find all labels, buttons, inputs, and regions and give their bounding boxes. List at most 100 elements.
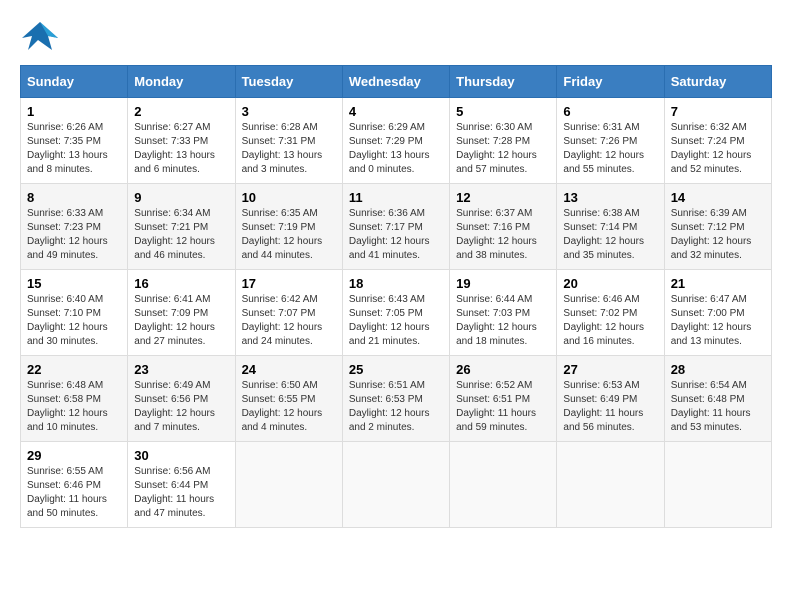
day-cell: 14 Sunrise: 6:39 AM Sunset: 7:12 PM Dayl…: [664, 184, 771, 270]
daylight-label: Daylight: 11 hours and 56 minutes.: [563, 408, 643, 433]
day-info: Sunrise: 6:37 AM Sunset: 7:16 PM Dayligh…: [456, 207, 550, 263]
sunrise-label: Sunrise: 6:36 AM: [349, 208, 425, 219]
sunset-label: Sunset: 7:23 PM: [27, 222, 101, 233]
sunset-label: Sunset: 7:03 PM: [456, 308, 530, 319]
day-info: Sunrise: 6:42 AM Sunset: 7:07 PM Dayligh…: [242, 293, 336, 349]
column-header-row: SundayMondayTuesdayWednesdayThursdayFrid…: [21, 66, 772, 98]
sunrise-label: Sunrise: 6:41 AM: [134, 294, 210, 305]
day-cell: 16 Sunrise: 6:41 AM Sunset: 7:09 PM Dayl…: [128, 270, 235, 356]
day-cell: 26 Sunrise: 6:52 AM Sunset: 6:51 PM Dayl…: [450, 356, 557, 442]
sunset-label: Sunset: 7:28 PM: [456, 136, 530, 147]
day-cell: [557, 442, 664, 528]
day-info: Sunrise: 6:27 AM Sunset: 7:33 PM Dayligh…: [134, 121, 228, 177]
day-number: 24: [242, 362, 336, 377]
sunset-label: Sunset: 6:56 PM: [134, 394, 208, 405]
logo-icon: [20, 20, 60, 55]
week-row-2: 8 Sunrise: 6:33 AM Sunset: 7:23 PM Dayli…: [21, 184, 772, 270]
day-cell: 21 Sunrise: 6:47 AM Sunset: 7:00 PM Dayl…: [664, 270, 771, 356]
day-number: 27: [563, 362, 657, 377]
day-cell: 3 Sunrise: 6:28 AM Sunset: 7:31 PM Dayli…: [235, 98, 342, 184]
sunset-label: Sunset: 7:16 PM: [456, 222, 530, 233]
daylight-label: Daylight: 11 hours and 47 minutes.: [134, 494, 214, 519]
day-number: 7: [671, 104, 765, 119]
sunset-label: Sunset: 7:05 PM: [349, 308, 423, 319]
daylight-label: Daylight: 12 hours and 41 minutes.: [349, 236, 430, 261]
daylight-label: Daylight: 12 hours and 52 minutes.: [671, 150, 752, 175]
sunset-label: Sunset: 7:35 PM: [27, 136, 101, 147]
week-row-1: 1 Sunrise: 6:26 AM Sunset: 7:35 PM Dayli…: [21, 98, 772, 184]
sunset-label: Sunset: 6:58 PM: [27, 394, 101, 405]
day-cell: 5 Sunrise: 6:30 AM Sunset: 7:28 PM Dayli…: [450, 98, 557, 184]
day-info: Sunrise: 6:38 AM Sunset: 7:14 PM Dayligh…: [563, 207, 657, 263]
day-number: 14: [671, 190, 765, 205]
week-row-3: 15 Sunrise: 6:40 AM Sunset: 7:10 PM Dayl…: [21, 270, 772, 356]
daylight-label: Daylight: 13 hours and 6 minutes.: [134, 150, 215, 175]
daylight-label: Daylight: 12 hours and 55 minutes.: [563, 150, 644, 175]
day-number: 26: [456, 362, 550, 377]
day-info: Sunrise: 6:50 AM Sunset: 6:55 PM Dayligh…: [242, 379, 336, 435]
day-cell: 4 Sunrise: 6:29 AM Sunset: 7:29 PM Dayli…: [342, 98, 449, 184]
sunset-label: Sunset: 6:46 PM: [27, 480, 101, 491]
day-cell: [235, 442, 342, 528]
sunrise-label: Sunrise: 6:44 AM: [456, 294, 532, 305]
sunrise-label: Sunrise: 6:51 AM: [349, 380, 425, 391]
sunset-label: Sunset: 6:49 PM: [563, 394, 637, 405]
col-header-tuesday: Tuesday: [235, 66, 342, 98]
daylight-label: Daylight: 12 hours and 49 minutes.: [27, 236, 108, 261]
day-info: Sunrise: 6:48 AM Sunset: 6:58 PM Dayligh…: [27, 379, 121, 435]
sunrise-label: Sunrise: 6:37 AM: [456, 208, 532, 219]
day-cell: 24 Sunrise: 6:50 AM Sunset: 6:55 PM Dayl…: [235, 356, 342, 442]
day-info: Sunrise: 6:28 AM Sunset: 7:31 PM Dayligh…: [242, 121, 336, 177]
day-info: Sunrise: 6:44 AM Sunset: 7:03 PM Dayligh…: [456, 293, 550, 349]
daylight-label: Daylight: 12 hours and 46 minutes.: [134, 236, 215, 261]
daylight-label: Daylight: 11 hours and 59 minutes.: [456, 408, 536, 433]
daylight-label: Daylight: 12 hours and 21 minutes.: [349, 322, 430, 347]
day-number: 20: [563, 276, 657, 291]
sunrise-label: Sunrise: 6:35 AM: [242, 208, 318, 219]
sunrise-label: Sunrise: 6:30 AM: [456, 122, 532, 133]
day-info: Sunrise: 6:29 AM Sunset: 7:29 PM Dayligh…: [349, 121, 443, 177]
day-info: Sunrise: 6:31 AM Sunset: 7:26 PM Dayligh…: [563, 121, 657, 177]
sunrise-label: Sunrise: 6:34 AM: [134, 208, 210, 219]
day-info: Sunrise: 6:43 AM Sunset: 7:05 PM Dayligh…: [349, 293, 443, 349]
sunset-label: Sunset: 6:48 PM: [671, 394, 745, 405]
daylight-label: Daylight: 12 hours and 24 minutes.: [242, 322, 323, 347]
day-cell: 29 Sunrise: 6:55 AM Sunset: 6:46 PM Dayl…: [21, 442, 128, 528]
day-info: Sunrise: 6:39 AM Sunset: 7:12 PM Dayligh…: [671, 207, 765, 263]
day-info: Sunrise: 6:49 AM Sunset: 6:56 PM Dayligh…: [134, 379, 228, 435]
sunrise-label: Sunrise: 6:29 AM: [349, 122, 425, 133]
day-cell: 30 Sunrise: 6:56 AM Sunset: 6:44 PM Dayl…: [128, 442, 235, 528]
col-header-wednesday: Wednesday: [342, 66, 449, 98]
daylight-label: Daylight: 12 hours and 7 minutes.: [134, 408, 215, 433]
daylight-label: Daylight: 11 hours and 50 minutes.: [27, 494, 107, 519]
day-cell: 18 Sunrise: 6:43 AM Sunset: 7:05 PM Dayl…: [342, 270, 449, 356]
sunrise-label: Sunrise: 6:32 AM: [671, 122, 747, 133]
day-cell: 23 Sunrise: 6:49 AM Sunset: 6:56 PM Dayl…: [128, 356, 235, 442]
day-number: 6: [563, 104, 657, 119]
daylight-label: Daylight: 12 hours and 13 minutes.: [671, 322, 752, 347]
daylight-label: Daylight: 11 hours and 53 minutes.: [671, 408, 751, 433]
day-info: Sunrise: 6:26 AM Sunset: 7:35 PM Dayligh…: [27, 121, 121, 177]
sunrise-label: Sunrise: 6:40 AM: [27, 294, 103, 305]
day-cell: 19 Sunrise: 6:44 AM Sunset: 7:03 PM Dayl…: [450, 270, 557, 356]
sunrise-label: Sunrise: 6:33 AM: [27, 208, 103, 219]
day-number: 16: [134, 276, 228, 291]
daylight-label: Daylight: 12 hours and 4 minutes.: [242, 408, 323, 433]
day-number: 25: [349, 362, 443, 377]
day-info: Sunrise: 6:35 AM Sunset: 7:19 PM Dayligh…: [242, 207, 336, 263]
day-number: 28: [671, 362, 765, 377]
daylight-label: Daylight: 13 hours and 0 minutes.: [349, 150, 430, 175]
day-info: Sunrise: 6:40 AM Sunset: 7:10 PM Dayligh…: [27, 293, 121, 349]
sunset-label: Sunset: 7:12 PM: [671, 222, 745, 233]
day-info: Sunrise: 6:36 AM Sunset: 7:17 PM Dayligh…: [349, 207, 443, 263]
sunrise-label: Sunrise: 6:38 AM: [563, 208, 639, 219]
day-cell: 8 Sunrise: 6:33 AM Sunset: 7:23 PM Dayli…: [21, 184, 128, 270]
day-info: Sunrise: 6:56 AM Sunset: 6:44 PM Dayligh…: [134, 465, 228, 521]
sunrise-label: Sunrise: 6:28 AM: [242, 122, 318, 133]
day-number: 21: [671, 276, 765, 291]
sunset-label: Sunset: 7:26 PM: [563, 136, 637, 147]
day-cell: 17 Sunrise: 6:42 AM Sunset: 7:07 PM Dayl…: [235, 270, 342, 356]
sunset-label: Sunset: 7:07 PM: [242, 308, 316, 319]
day-info: Sunrise: 6:33 AM Sunset: 7:23 PM Dayligh…: [27, 207, 121, 263]
col-header-friday: Friday: [557, 66, 664, 98]
